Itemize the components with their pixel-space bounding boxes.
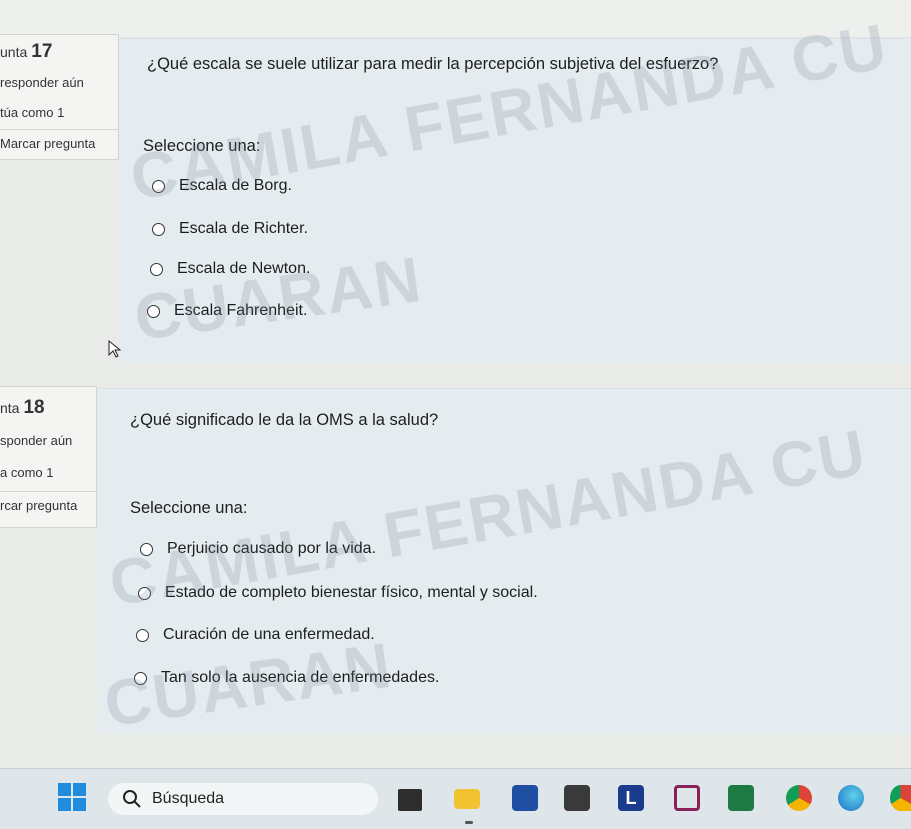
question-score: a como 1 <box>0 465 54 480</box>
option-richter[interactable]: Escala de Richter. <box>152 220 308 238</box>
app-l-icon[interactable]: L <box>618 785 644 811</box>
select-one-label: Seleccione una: <box>130 499 248 517</box>
option-bienestar[interactable]: Estado de completo bienestar físico, men… <box>138 584 538 602</box>
page-top-strip <box>0 0 911 36</box>
mcafee-icon[interactable] <box>674 785 700 811</box>
radio-button[interactable] <box>136 628 149 642</box>
select-one-label: Seleccione una: <box>143 137 261 155</box>
taskbar-search-box[interactable]: Búsqueda <box>108 783 378 815</box>
option-label: Tan solo la ausencia de enfermedades. <box>161 669 440 686</box>
search-placeholder: Búsqueda <box>152 790 225 807</box>
question-status: responder aún <box>0 75 84 90</box>
question-text: ¿Qué escala se suele utilizar para medir… <box>147 55 719 73</box>
radio-button[interactable] <box>152 222 165 236</box>
option-label: Escala de Borg. <box>179 177 292 194</box>
option-newton[interactable]: Escala de Newton. <box>150 260 310 278</box>
question-text: ¿Qué significado le da la OMS a la salud… <box>130 411 439 429</box>
excel-icon[interactable] <box>728 785 754 811</box>
question-score: túa como 1 <box>0 105 65 120</box>
mouse-cursor-icon <box>108 340 122 358</box>
radio-button[interactable] <box>134 671 147 685</box>
option-curacion[interactable]: Curación de una enfermedad. <box>136 626 375 644</box>
word-icon[interactable] <box>512 785 538 811</box>
option-label: Escala Fahrenheit. <box>174 302 308 319</box>
radio-button[interactable] <box>150 262 163 276</box>
question-17-info: unta 17 responder aún túa como 1 Marcar p… <box>0 34 119 160</box>
option-label: Escala de Richter. <box>179 220 308 237</box>
radio-button[interactable] <box>152 179 165 193</box>
option-fahrenheit[interactable]: Escala Fahrenheit. <box>147 302 307 320</box>
question-status: sponder aún <box>0 433 73 448</box>
radio-button[interactable] <box>140 542 153 556</box>
flag-question-link[interactable]: Marcar pregunta <box>0 129 118 162</box>
option-perjuicio[interactable]: Perjuicio causado por la vida. <box>140 540 376 558</box>
chrome-icon[interactable] <box>786 785 812 811</box>
question-number: unta 17 <box>0 41 53 62</box>
question-17-content: ¿Qué escala se suele utilizar para medir… <box>120 38 911 363</box>
chrome-icon[interactable] <box>890 785 911 811</box>
question-number: nta 18 <box>0 397 45 418</box>
search-icon <box>123 790 141 808</box>
edge-icon[interactable] <box>838 785 864 811</box>
windows-taskbar: Búsqueda L <box>0 768 911 829</box>
active-indicator <box>465 821 473 824</box>
option-ausencia[interactable]: Tan solo la ausencia de enfermedades. <box>134 669 439 687</box>
option-label: Escala de Newton. <box>177 260 311 277</box>
question-18-content: ¿Qué significado le da la OMS a la salud… <box>98 388 911 734</box>
option-label: Perjuicio causado por la vida. <box>167 540 377 557</box>
file-explorer-icon[interactable] <box>398 789 422 811</box>
option-borg[interactable]: Escala de Borg. <box>152 177 292 195</box>
option-label: Estado de completo bienestar físico, men… <box>165 584 538 601</box>
windows-start-icon[interactable] <box>58 783 86 811</box>
radio-button[interactable] <box>147 304 160 318</box>
question-18-info: nta 18 sponder aún a como 1 rcar pregunta <box>0 386 97 528</box>
store-icon[interactable] <box>564 785 590 811</box>
radio-button[interactable] <box>138 586 151 600</box>
folder-icon[interactable] <box>454 789 480 809</box>
flag-question-link[interactable]: rcar pregunta <box>0 491 96 524</box>
option-label: Curación de una enfermedad. <box>163 626 375 643</box>
